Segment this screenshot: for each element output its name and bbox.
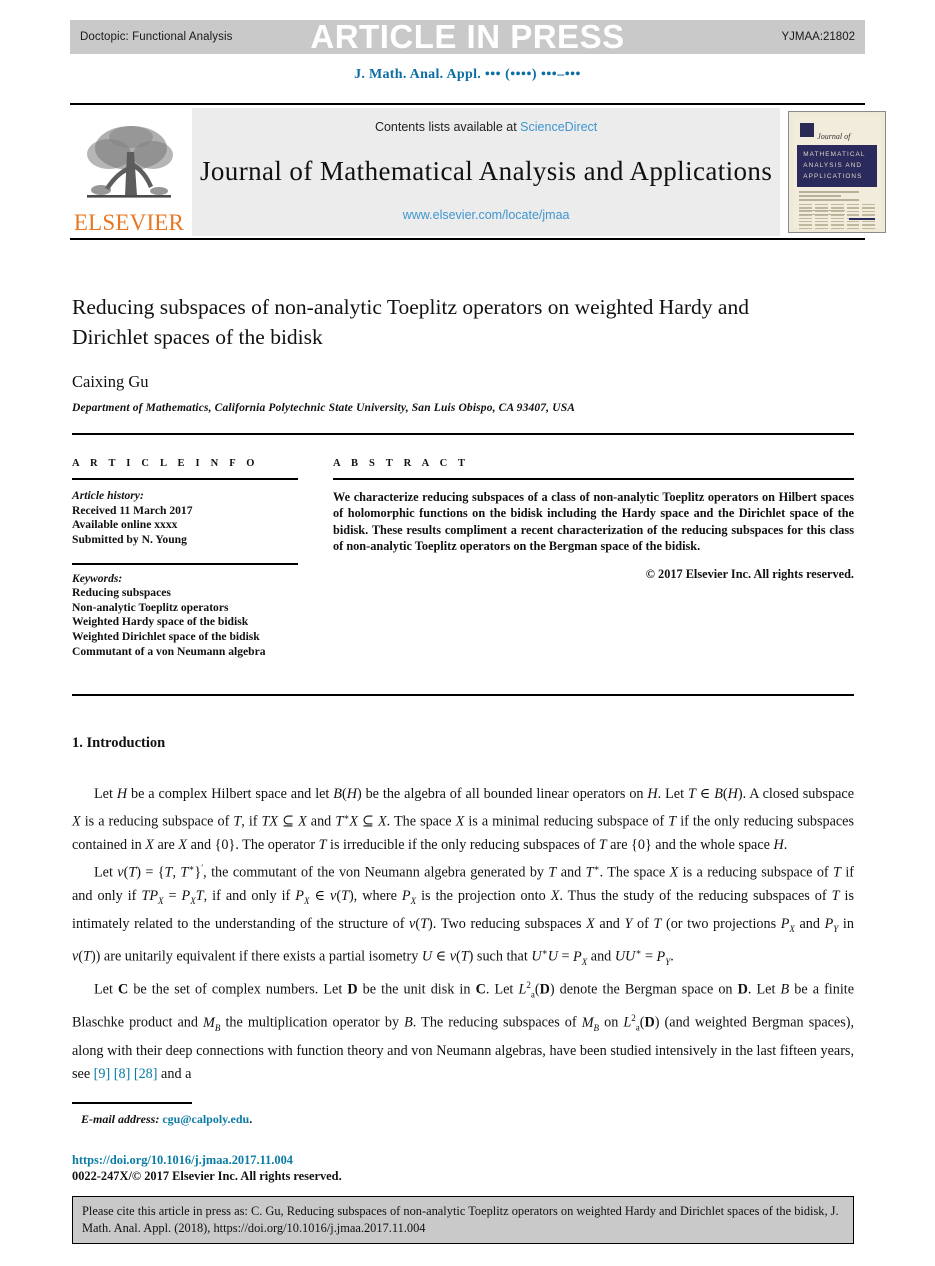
article-info-rule-top — [72, 478, 298, 480]
cover-script-text: Journal of — [817, 132, 851, 141]
cover-footer-lines — [799, 209, 876, 222]
masthead-bottom-rule — [70, 238, 865, 240]
contents-available-line: Contents lists available at ScienceDirec… — [375, 120, 597, 134]
issn-copyright-line: 0022-247X/© 2017 Elsevier Inc. All right… — [72, 1169, 342, 1183]
journal-title: Journal of Mathematical Analysis and App… — [200, 155, 773, 186]
title-block-rule — [72, 433, 854, 435]
keyword-item: Weighted Hardy space of the bidisk — [72, 615, 249, 629]
email-trailing-period: . — [249, 1112, 253, 1126]
article-id-label: YJMAA:21802 — [781, 31, 855, 43]
history-item-available-online: Available online xxxx — [72, 518, 178, 532]
cite-this-article-box: Please cite this article in press as: C.… — [72, 1196, 854, 1244]
cover-inner: Journal of MATHEMATICAL ANALYSIS AND APP… — [793, 116, 882, 230]
elsevier-wordmark: ELSEVIER — [73, 210, 185, 235]
email-address-line: E-mail address: cgu@calpoly.edu. — [72, 1112, 252, 1127]
running-head: J. Math. Anal. Appl. ••• (••••) •••–••• — [0, 67, 935, 83]
history-item-received: Received 11 March 2017 — [72, 503, 193, 517]
email-address-label: E-mail address: — [81, 1112, 160, 1126]
footnote-rule — [72, 1102, 192, 1104]
keyword-item: Reducing subspaces — [72, 586, 171, 600]
elsevier-tree-icon — [87, 126, 173, 198]
author-affiliation: Department of Mathematics, California Po… — [72, 402, 576, 414]
article-history-label: Article history: — [72, 489, 144, 502]
inline-reference-28[interactable]: [28] — [134, 1066, 158, 1082]
keyword-item: Commutant of a von Neumann algebra — [72, 644, 266, 658]
paragraph-3: Let C be the set of complex numbers. Let… — [72, 980, 855, 1082]
journal-homepage-link[interactable]: www.elsevier.com/locate/jmaa — [403, 208, 570, 222]
abstract-label: A B S T R A C T — [333, 458, 470, 469]
cover-publisher-mark — [800, 123, 815, 137]
paragraph-1: Let H be a complex Hilbert space and let… — [72, 786, 854, 854]
cover-title-band: MATHEMATICAL ANALYSIS AND APPLICATIONS — [797, 145, 878, 187]
running-head-journal: J. Math. Anal. Appl. — [354, 67, 482, 82]
abstract-rule — [333, 478, 854, 480]
abstract-text: We characterize reducing subspaces of a … — [333, 490, 854, 554]
keywords-rule — [72, 563, 298, 565]
elsevier-logo: ELSEVIER — [70, 108, 188, 236]
keyword-item: Non-analytic Toeplitz operators — [72, 600, 229, 614]
journal-cover-thumbnail: Journal of MATHEMATICAL ANALYSIS AND APP… — [788, 111, 887, 233]
doctopic-label: Doctopic: Functional Analysis — [80, 31, 233, 43]
inline-reference-8[interactable]: [8] — [114, 1066, 131, 1082]
article-info-column: A R T I C L E I N F O Article history: R… — [72, 458, 298, 659]
article-info-label: A R T I C L E I N F O — [72, 458, 259, 469]
keywords-block: Keywords: Reducing subspaces Non-analyti… — [72, 572, 298, 660]
masthead-center-panel: Contents lists available at ScienceDirec… — [192, 108, 781, 236]
contents-prefix: Contents lists available at — [374, 120, 517, 134]
keywords-label: Keywords: — [72, 571, 123, 585]
journal-masthead: ELSEVIER Contents lists available at Sci… — [70, 108, 887, 236]
running-head-dots: ••• (••••) •••–••• — [484, 67, 581, 82]
email-link[interactable]: cgu@calpoly.edu — [162, 1112, 249, 1126]
article-in-press-bar: Doctopic: Functional Analysis ARTICLE IN… — [70, 18, 865, 55]
author-name: Caixing Gu — [72, 372, 149, 391]
abstract-column: A B S T R A C T We characterize reducing… — [333, 458, 854, 582]
paragraph-2: Let ν(T) = {T, T∗}′, the commutant of th… — [72, 863, 854, 967]
page-title: Reducing subspaces of non-analytic Toepl… — [72, 295, 749, 349]
inline-reference-9[interactable]: [9] — [94, 1066, 111, 1082]
article-history-block: Article history: Received 11 March 2017 … — [72, 489, 298, 547]
body-content: Let H be a complex Hilbert space and let… — [72, 783, 854, 1086]
abstract-bottom-rule — [72, 694, 854, 696]
masthead-top-rule — [70, 103, 865, 105]
history-item-submitted-by: Submitted by N. Young — [72, 532, 187, 546]
doi-link[interactable]: https://doi.org/10.1016/j.jmaa.2017.11.0… — [72, 1153, 293, 1168]
section-heading-introduction: 1. Introduction — [72, 735, 166, 751]
keyword-item: Weighted Dirichlet space of the bidisk — [72, 629, 260, 643]
abstract-copyright: © 2017 Elsevier Inc. All rights reserved… — [645, 566, 854, 581]
cover-text-lines — [799, 191, 875, 203]
sciencedirect-link[interactable]: ScienceDirect — [520, 120, 597, 134]
